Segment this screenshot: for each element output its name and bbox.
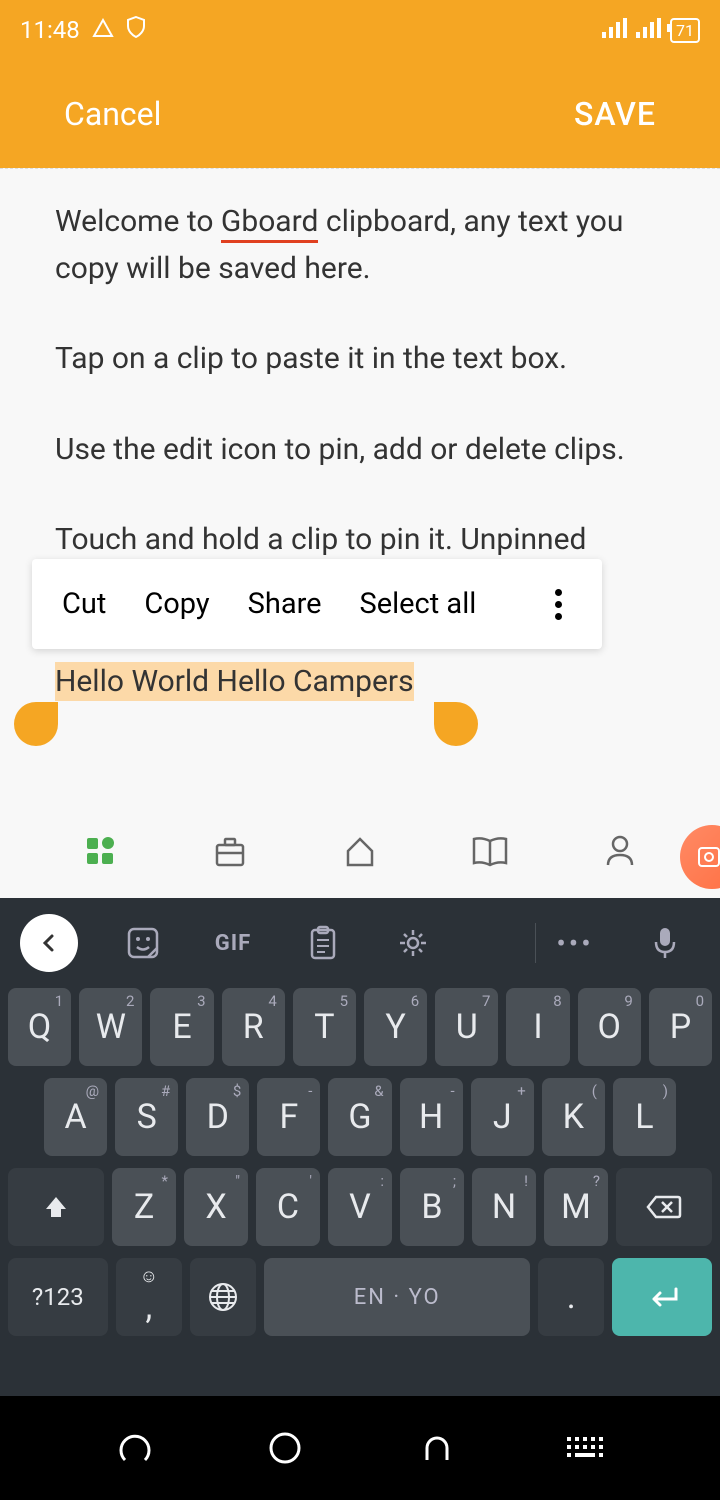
key-l[interactable]: L) xyxy=(613,1078,676,1156)
key-c[interactable]: C' xyxy=(256,1168,320,1246)
language-key[interactable] xyxy=(190,1258,256,1336)
key-u[interactable]: U7 xyxy=(435,988,498,1066)
text-editor[interactable]: Welcome to Gboard clipboard, any text yo… xyxy=(0,168,720,898)
settings-button[interactable] xyxy=(378,913,448,973)
underlined-word: Gboard xyxy=(221,204,319,243)
keyboard-toolbar: GIF ••• xyxy=(0,898,720,988)
save-button[interactable]: SAVE xyxy=(574,95,656,133)
numbers-key[interactable]: ?123 xyxy=(8,1258,108,1336)
clipboard-button[interactable] xyxy=(288,913,358,973)
paragraph: Tap on a clip to paste it in the text bo… xyxy=(55,336,665,383)
key-a[interactable]: A@ xyxy=(44,1078,107,1156)
key-m[interactable]: M? xyxy=(544,1168,608,1246)
key-v[interactable]: V: xyxy=(328,1168,392,1246)
home-button[interactable] xyxy=(260,1423,310,1473)
back-button[interactable] xyxy=(410,1423,460,1473)
key-j[interactable]: J+ xyxy=(471,1078,534,1156)
key-d[interactable]: D$ xyxy=(186,1078,249,1156)
paragraph: Welcome to Gboard clipboard, any text yo… xyxy=(55,199,665,292)
signal-icon xyxy=(602,16,628,44)
more-actions-button[interactable] xyxy=(555,589,572,620)
text-context-menu: Cut Copy Share Select all xyxy=(32,559,602,649)
key-z[interactable]: Z* xyxy=(112,1168,176,1246)
key-r[interactable]: R4 xyxy=(222,988,285,1066)
key-f[interactable]: F- xyxy=(257,1078,320,1156)
home-tab[interactable] xyxy=(340,831,380,871)
key-w[interactable]: W2 xyxy=(79,988,142,1066)
battery-icon: 71 xyxy=(670,18,700,43)
shift-key[interactable] xyxy=(8,1168,104,1246)
navigation-bar xyxy=(0,1396,720,1500)
copy-action[interactable]: Copy xyxy=(144,587,209,621)
selected-text[interactable]: Hello World Hello Campers xyxy=(55,662,414,701)
share-action[interactable]: Share xyxy=(248,587,322,621)
key-x[interactable]: X" xyxy=(184,1168,248,1246)
keyboard-row-1: Q1W2E3R4T5Y6U7I8O9P0 xyxy=(8,988,712,1066)
key-s[interactable]: S# xyxy=(115,1078,178,1156)
triangle-icon xyxy=(92,16,114,44)
gif-button[interactable]: GIF xyxy=(198,913,268,973)
signal-icon-2 xyxy=(636,16,662,44)
backspace-key[interactable] xyxy=(616,1168,712,1246)
sticker-button[interactable] xyxy=(108,913,178,973)
key-p[interactable]: P0 xyxy=(649,988,712,1066)
key-q[interactable]: Q1 xyxy=(8,988,71,1066)
period-key[interactable]: . xyxy=(538,1258,604,1336)
select-all-action[interactable]: Select all xyxy=(360,587,477,621)
key-k[interactable]: K( xyxy=(542,1078,605,1156)
recents-button[interactable] xyxy=(110,1423,160,1473)
key-t[interactable]: T5 xyxy=(293,988,356,1066)
key-o[interactable]: O9 xyxy=(578,988,641,1066)
keyboard-row-2: A@S#D$F-G&H-J+K(L) xyxy=(8,1078,712,1156)
key-n[interactable]: N! xyxy=(472,1168,536,1246)
keyboard-row-3: Z*X"C'V:B;N!M? xyxy=(8,1168,712,1246)
key-g[interactable]: G& xyxy=(328,1078,391,1156)
space-key[interactable]: EN · YO xyxy=(264,1258,530,1336)
cut-action[interactable]: Cut xyxy=(62,587,106,621)
grid-tab[interactable] xyxy=(80,831,120,871)
cancel-button[interactable]: Cancel xyxy=(64,95,161,133)
more-button[interactable]: ••• xyxy=(540,913,610,973)
briefcase-tab[interactable] xyxy=(210,831,250,871)
keyboard-row-4: ?123 ☺ , EN · YO . xyxy=(8,1258,712,1336)
status-bar: 11:48 71 xyxy=(0,0,720,60)
key-i[interactable]: I8 xyxy=(506,988,569,1066)
mic-button[interactable] xyxy=(630,913,700,973)
selection-handle-end[interactable] xyxy=(434,702,478,746)
comma-key[interactable]: ☺ , xyxy=(116,1258,182,1336)
keyboard: GIF ••• Q1W2E3R4T5Y6U7I8O9P0 A@S#D$F-G&H… xyxy=(0,898,720,1396)
header: Cancel SAVE xyxy=(0,60,720,168)
keyboard-toggle-button[interactable] xyxy=(560,1423,610,1473)
key-e[interactable]: E3 xyxy=(150,988,213,1066)
paragraph: Touch and hold a clip to pin it. Unpinne… xyxy=(55,517,665,557)
selection-handle-start[interactable] xyxy=(14,702,58,746)
status-time: 11:48 xyxy=(20,16,80,44)
shield-icon xyxy=(126,16,146,44)
key-b[interactable]: B; xyxy=(400,1168,464,1246)
enter-key[interactable] xyxy=(612,1258,712,1336)
keyboard-back-button[interactable] xyxy=(20,914,78,972)
book-tab[interactable] xyxy=(470,831,510,871)
paragraph: Use the edit icon to pin, add or delete … xyxy=(55,427,665,474)
person-tab[interactable] xyxy=(600,831,640,871)
key-h[interactable]: H- xyxy=(400,1078,463,1156)
key-y[interactable]: Y6 xyxy=(364,988,427,1066)
editor-tabs xyxy=(0,803,720,898)
